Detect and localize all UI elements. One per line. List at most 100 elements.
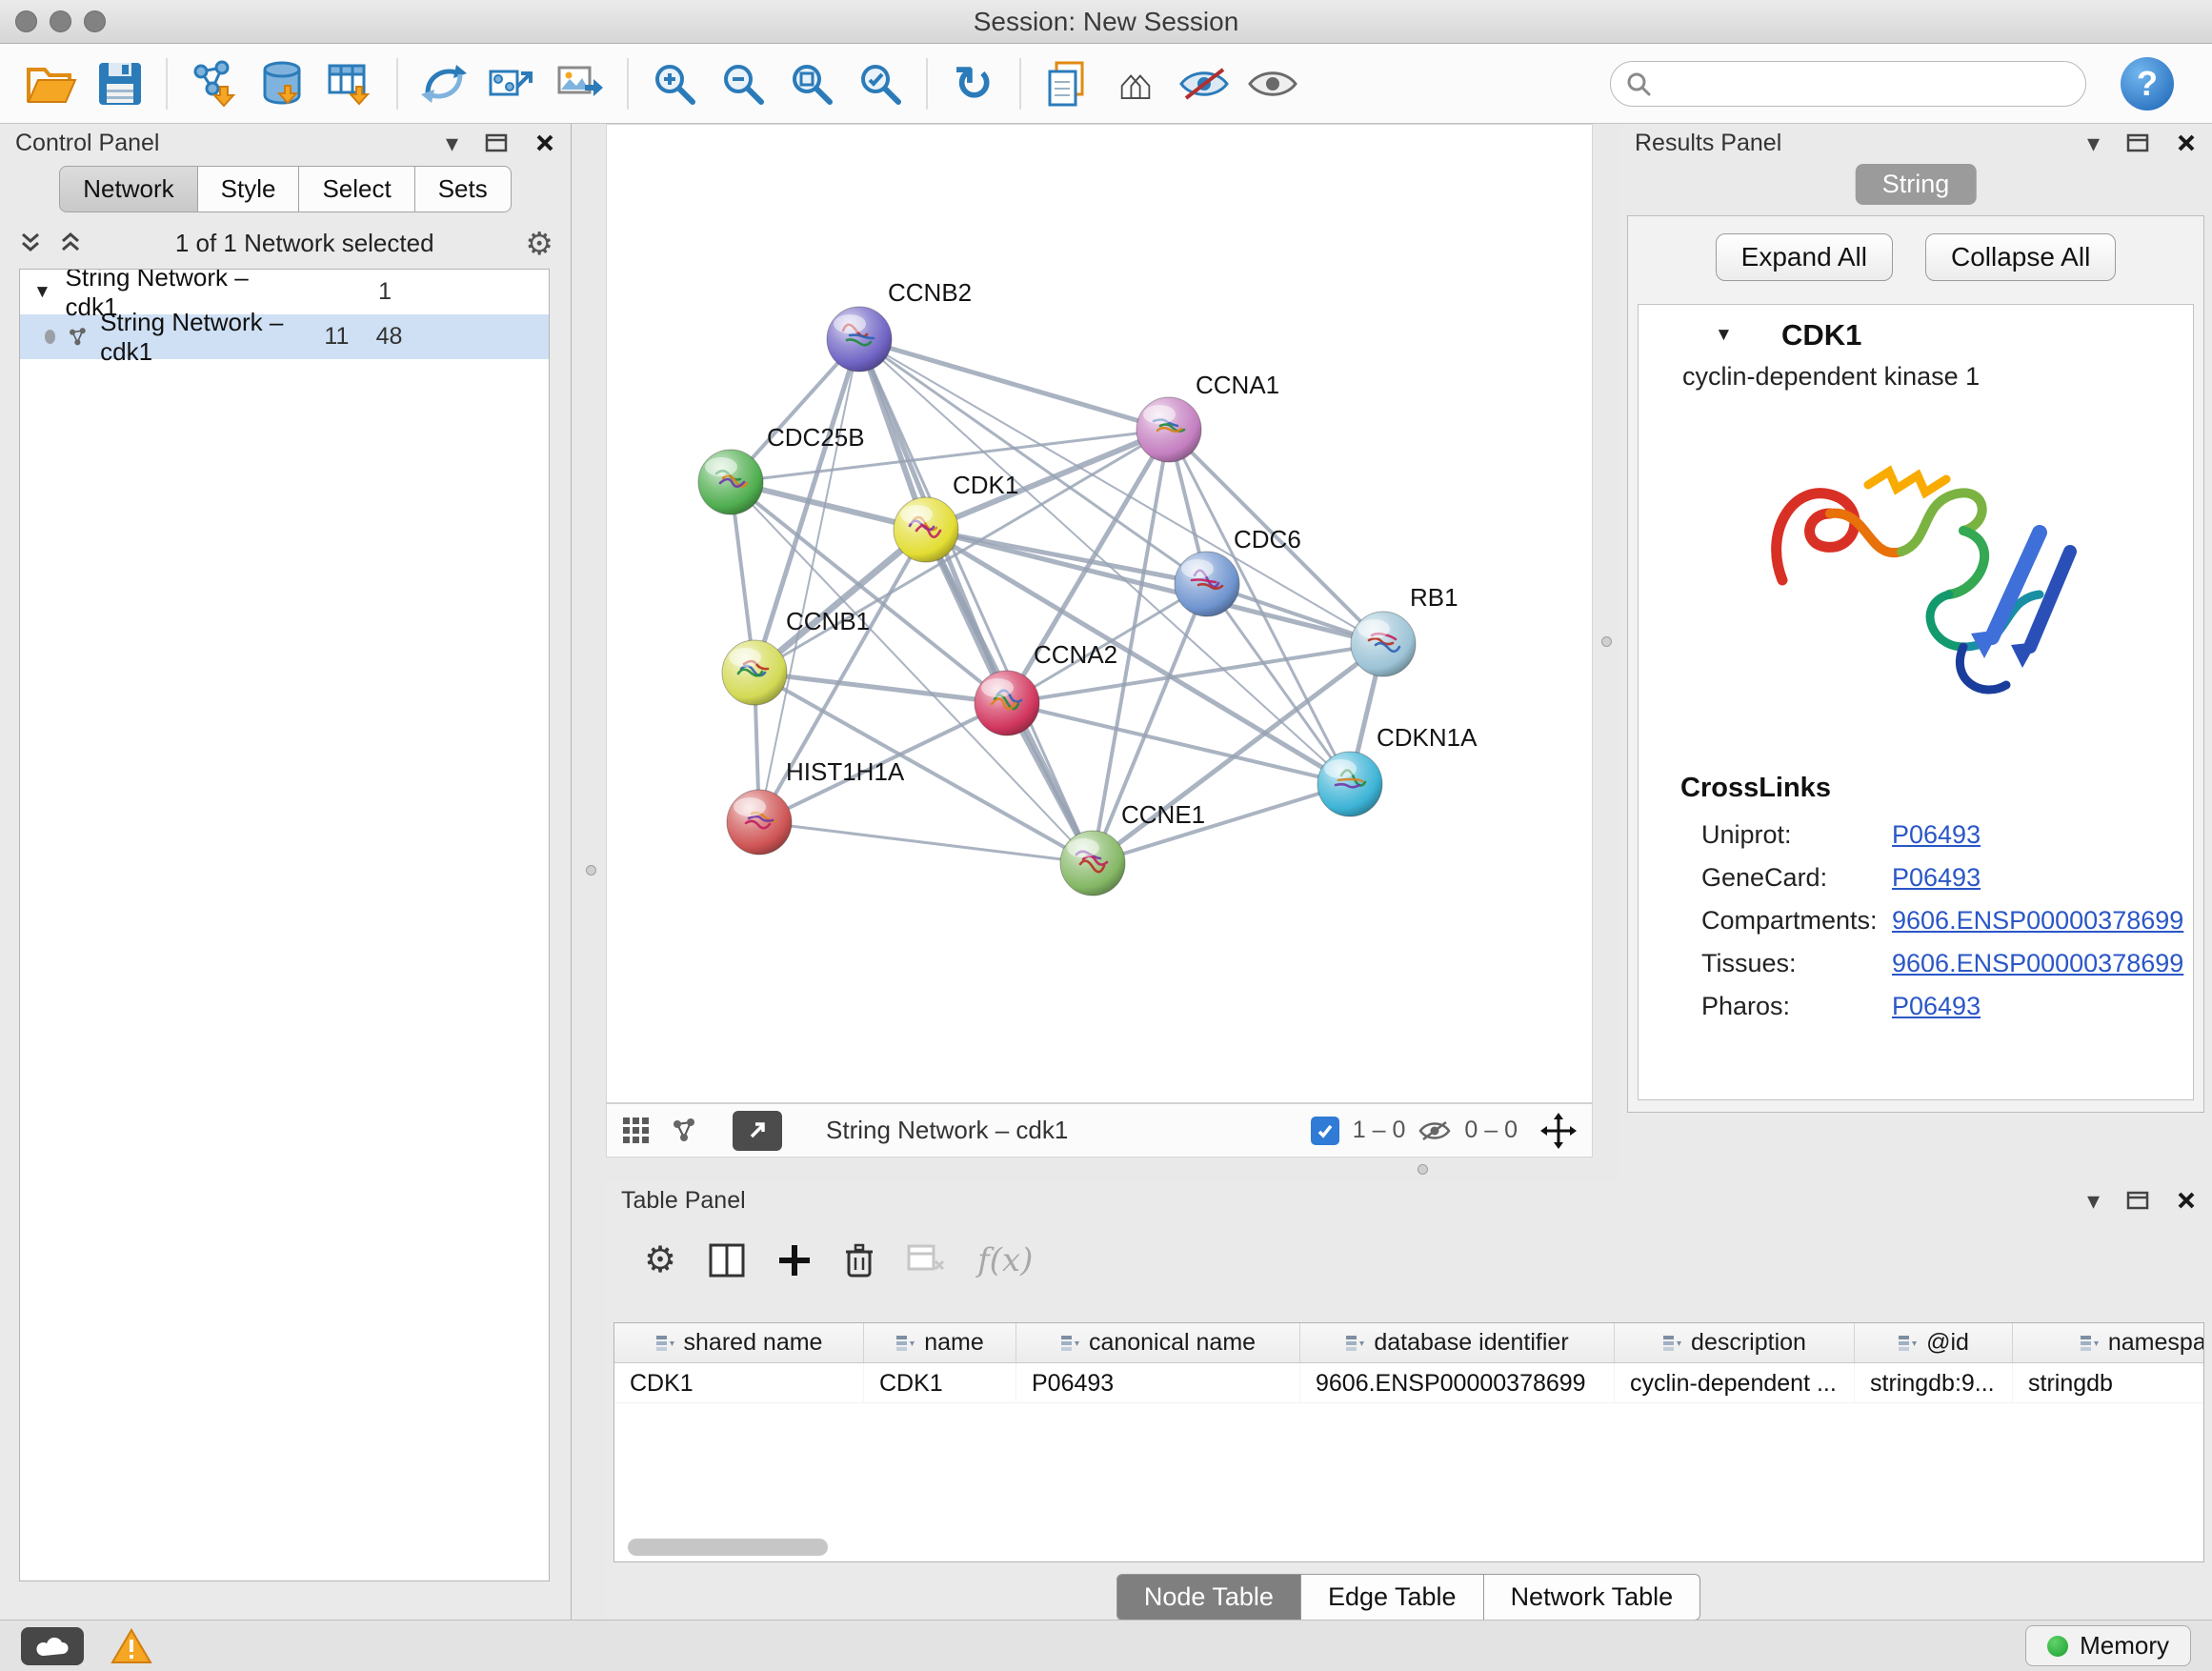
network-edge[interactable] — [754, 673, 1007, 703]
cp-tab-select[interactable]: Select — [299, 166, 414, 212]
crosslink-value-link[interactable]: P06493 — [1892, 820, 1981, 850]
column-header-description[interactable]: description — [1615, 1323, 1855, 1362]
crosslink-value-link[interactable]: 9606.ENSP00000378699 — [1892, 949, 2183, 978]
memory-button[interactable]: Memory — [2025, 1625, 2191, 1666]
network-node-cdc6[interactable] — [1175, 552, 1239, 616]
network-row-selected[interactable]: String Network – cdk1 11 48 — [20, 314, 549, 359]
home-layout-button[interactable]: ⌂⌂ — [1101, 50, 1170, 118]
cp-tab-sets[interactable]: Sets — [415, 166, 512, 212]
bottom-splitter-handle[interactable] — [1418, 1164, 1428, 1175]
detach-view-button[interactable] — [733, 1111, 782, 1151]
hidden-eye-slash-icon[interactable] — [1418, 1118, 1451, 1143]
tp-tab-node-table[interactable]: Node Table — [1116, 1574, 1301, 1621]
column-header-database-identifier[interactable]: database identifier — [1300, 1323, 1615, 1362]
network-edge[interactable] — [1007, 703, 1350, 784]
zoom-selected-button[interactable] — [846, 50, 915, 118]
cloud-button[interactable] — [21, 1627, 84, 1665]
import-table-file-button[interactable] — [316, 50, 385, 118]
collapse-section-icon[interactable]: ▼ — [1715, 325, 1739, 346]
network-node-cdkn1a[interactable] — [1317, 752, 1382, 816]
tp-tab-network-table[interactable]: Network Table — [1483, 1574, 1701, 1621]
refresh-layout-button[interactable]: ↻ — [939, 50, 1008, 118]
table-settings-gear-icon[interactable]: ⚙ — [644, 1242, 676, 1278]
panel-menu-icon[interactable]: ▾ — [446, 131, 458, 155]
network-node-ccne1[interactable] — [1060, 831, 1125, 896]
crosslink-value-link[interactable]: P06493 — [1892, 863, 1981, 893]
right-splitter-handle[interactable] — [1601, 636, 1612, 647]
zoom-in-button[interactable] — [640, 50, 709, 118]
show-all-button[interactable] — [1238, 50, 1307, 118]
maximize-window-button[interactable] — [84, 10, 106, 32]
panel-menu-icon[interactable]: ▾ — [2087, 1188, 2100, 1213]
save-session-button[interactable] — [86, 50, 154, 118]
collapse-all-icon[interactable] — [17, 230, 44, 256]
crosslink-value-link[interactable]: P06493 — [1892, 992, 1981, 1021]
open-session-button[interactable] — [17, 50, 86, 118]
close-window-button[interactable] — [15, 10, 37, 32]
show-columns-icon[interactable] — [709, 1243, 745, 1278]
import-network-file-button[interactable] — [179, 50, 248, 118]
pan-crosshair-icon[interactable] — [1540, 1113, 1577, 1149]
crosslink-value-link[interactable]: 9606.ENSP00000378699 — [1892, 906, 2183, 936]
delete-column-icon[interactable] — [844, 1242, 875, 1278]
grid-view-icon[interactable] — [622, 1117, 651, 1145]
network-edge[interactable] — [859, 339, 1169, 430]
network-edge[interactable] — [859, 339, 1383, 644]
search-input[interactable] — [1660, 69, 2070, 98]
column-header-shared-name[interactable]: shared name — [614, 1323, 864, 1362]
zoom-out-button[interactable] — [709, 50, 777, 118]
add-column-icon[interactable] — [777, 1243, 812, 1278]
network-edge[interactable] — [759, 822, 1093, 863]
network-node-cdc25b[interactable] — [698, 450, 763, 514]
close-panel-icon[interactable] — [534, 132, 555, 153]
network-node-ccna2[interactable] — [975, 671, 1039, 735]
table-row[interactable]: CDK1CDK1P064939606.ENSP00000378699cyclin… — [614, 1363, 2203, 1403]
tp-tab-edge-table[interactable]: Edge Table — [1300, 1574, 1484, 1621]
network-view-icon[interactable] — [670, 1117, 698, 1145]
help-button[interactable]: ? — [2121, 57, 2174, 111]
network-node-ccnb2[interactable] — [827, 307, 892, 372]
expand-all-icon[interactable] — [57, 230, 84, 256]
network-node-hist1h1a[interactable] — [727, 790, 792, 855]
network-edge[interactable] — [754, 530, 926, 673]
network-edge[interactable] — [759, 339, 859, 822]
network-node-rb1[interactable] — [1351, 612, 1416, 676]
toolbar-separator — [627, 58, 629, 110]
new-network-from-selection-button[interactable] — [478, 50, 547, 118]
first-neighbors-button[interactable] — [410, 50, 478, 118]
column-header-name[interactable]: name — [864, 1323, 1016, 1362]
selected-checkbox-icon[interactable] — [1311, 1117, 1339, 1145]
zoom-fit-button[interactable] — [777, 50, 846, 118]
float-panel-icon[interactable] — [2126, 133, 2149, 152]
panel-menu-icon[interactable]: ▾ — [2087, 131, 2100, 155]
tab-string[interactable]: String — [1856, 164, 1977, 205]
function-builder-icon[interactable]: f(x) — [977, 1241, 1033, 1279]
expand-all-button[interactable]: Expand All — [1716, 233, 1893, 281]
import-network-database-button[interactable] — [248, 50, 316, 118]
search-box[interactable] — [1610, 61, 2086, 107]
minimize-window-button[interactable] — [50, 10, 71, 32]
float-panel-icon[interactable] — [485, 133, 508, 152]
left-splitter-handle[interactable] — [586, 865, 596, 876]
collapse-all-button[interactable]: Collapse All — [1925, 233, 2116, 281]
float-panel-icon[interactable] — [2126, 1191, 2149, 1210]
close-panel-icon[interactable] — [2176, 1190, 2197, 1211]
network-view-canvas[interactable]: CCNB2CCNA1CDC25BCDK1CDC6RB1CCNB1CCNA2CDK… — [606, 124, 1593, 1103]
hide-selected-button[interactable] — [1170, 50, 1238, 118]
horizontal-scrollbar[interactable] — [628, 1539, 828, 1556]
cp-tab-style[interactable]: Style — [198, 166, 300, 212]
gear-icon[interactable]: ⚙ — [525, 228, 553, 259]
tree-expand-icon[interactable]: ▼ — [33, 282, 54, 303]
column-header-canonical-name[interactable]: canonical name — [1016, 1323, 1300, 1362]
warnings-button[interactable] — [111, 1628, 152, 1664]
export-image-button[interactable] — [547, 50, 615, 118]
protein-card-header[interactable]: ▼ CDK1 — [1639, 305, 2193, 354]
network-node-ccnb1[interactable] — [722, 640, 787, 705]
column-header-namespace[interactable]: namespace — [2013, 1323, 2204, 1362]
network-node-cdk1[interactable] — [894, 497, 958, 562]
network-node-ccna1[interactable] — [1136, 397, 1201, 462]
close-panel-icon[interactable] — [2176, 132, 2197, 153]
column-header--id[interactable]: @id — [1855, 1323, 2013, 1362]
show-graphics-details-button[interactable] — [1033, 50, 1101, 118]
cp-tab-network[interactable]: Network — [59, 166, 197, 212]
